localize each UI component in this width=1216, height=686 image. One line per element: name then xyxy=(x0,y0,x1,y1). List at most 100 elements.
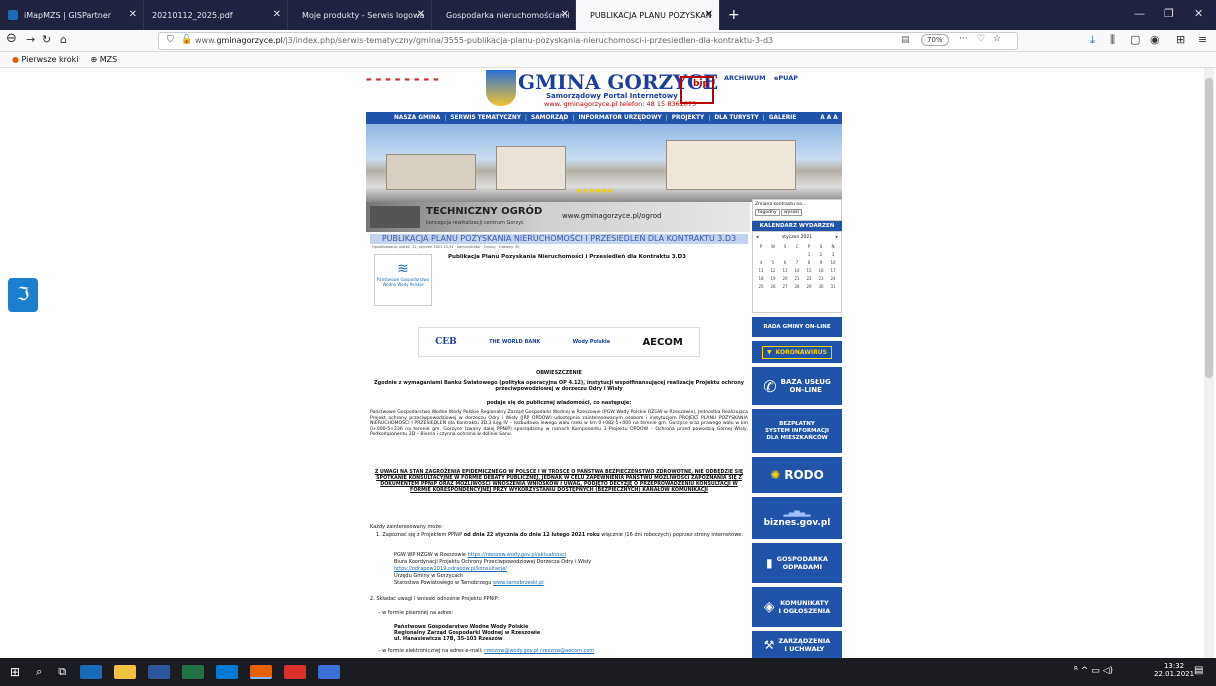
page-actions-icon[interactable]: ··· xyxy=(959,34,968,44)
calendar-day[interactable]: 16 xyxy=(816,268,826,273)
pocket-icon[interactable]: ♡ xyxy=(977,34,985,44)
calendar-day[interactable] xyxy=(756,252,766,257)
contrast-high-button[interactable]: wysoki xyxy=(780,209,803,216)
calendar-day[interactable]: 20 xyxy=(780,276,790,281)
new-tab-button[interactable]: + xyxy=(728,7,740,23)
browser-tab[interactable]: iMapMZS | GISPartner ✕ xyxy=(0,0,144,30)
file-explorer-icon[interactable] xyxy=(114,665,137,679)
sidebar-icon[interactable]: ▢ xyxy=(1130,33,1140,46)
calendar-day[interactable]: 28 xyxy=(792,284,802,289)
task-view-icon[interactable]: ⧉ xyxy=(58,665,66,679)
calendar-day[interactable]: 17 xyxy=(828,268,838,273)
calendar-day[interactable]: 25 xyxy=(756,284,766,289)
scrollbar-thumb[interactable] xyxy=(1205,78,1213,378)
excel-icon[interactable] xyxy=(182,665,205,679)
menu-item[interactable]: DLA TURYSTY xyxy=(714,115,758,121)
accessibility-hearing-icon[interactable]: ℑ xyxy=(8,278,38,312)
link[interactable]: https://rzeszow.wody.gov.pl/aktualnosci xyxy=(468,552,567,558)
system-tray-icons[interactable]: ᴿ ^ ▭ ◁) xyxy=(1074,666,1113,676)
shield-icon[interactable]: ⛉ xyxy=(167,35,174,45)
prev-month-icon[interactable]: ◂ xyxy=(756,235,758,240)
koronawirus-button[interactable]: ▼ KORONAWIRUS xyxy=(752,341,842,363)
reader-view-icon[interactable]: ▤ xyxy=(901,35,910,45)
rodo-button[interactable]: ✺ RODO xyxy=(752,457,842,493)
maximize-icon[interactable]: ❐ xyxy=(1164,7,1174,20)
edge-icon[interactable] xyxy=(80,665,103,679)
calendar-day[interactable]: 13 xyxy=(780,268,790,273)
calendar-day[interactable]: 29 xyxy=(804,284,814,289)
minimize-icon[interactable]: — xyxy=(1134,7,1145,20)
back-icon[interactable]: ⊖ xyxy=(6,31,17,46)
firefox-taskbar-icon[interactable] xyxy=(250,665,273,679)
email-link[interactable]: rzeszow@aecom.com xyxy=(538,648,594,654)
library-icon[interactable]: ⫼ xyxy=(1110,33,1115,47)
browser-tab[interactable]: Moje produkty - Serwis logowa ✕ xyxy=(288,0,432,30)
window-close-icon[interactable]: ✕ xyxy=(1194,7,1203,20)
calendar-day[interactable]: 24 xyxy=(828,276,838,281)
page-scrollbar[interactable] xyxy=(1204,68,1214,658)
menu-item[interactable]: GALERIE xyxy=(769,115,796,121)
close-icon[interactable]: ✕ xyxy=(417,9,425,20)
account-icon[interactable]: ◉ xyxy=(1150,33,1160,46)
download-icon[interactable]: ⤓ xyxy=(1090,33,1095,47)
calendar-day[interactable]: 23 xyxy=(816,276,826,281)
tech-garden-banner[interactable]: TECHNICZNY OGRÓD koncepcja rewitalizacji… xyxy=(366,202,750,232)
contrast-select[interactable]: Zmiana kontrastu na... xyxy=(755,202,839,207)
contrast-mild-button[interactable]: tagodny xyxy=(755,209,780,216)
clock[interactable]: 13:32 22.01.2021 xyxy=(1154,662,1194,678)
browser-tab[interactable]: 20210112_2025.pdf ✕ xyxy=(144,0,288,30)
calendar-day[interactable]: 30 xyxy=(816,284,826,289)
calendar-day[interactable]: 5 xyxy=(768,260,778,265)
calendar-day[interactable]: 9 xyxy=(816,260,826,265)
calendar-day[interactable]: 7 xyxy=(792,260,802,265)
home-icon[interactable]: ⌂ xyxy=(60,33,67,46)
insecure-lock-icon[interactable]: 🔓 xyxy=(181,35,192,45)
coat-of-arms-icon[interactable] xyxy=(486,70,516,106)
gospodarka-odpadami-button[interactable]: ▮ GOSPODARKA ODPADAMI xyxy=(752,543,842,583)
browser-tab-active[interactable]: PUBLIKACJA PLANU POZYSKAN ✕ xyxy=(576,0,720,30)
calendar-day[interactable]: 18 xyxy=(756,276,766,281)
calendar-day[interactable]: 22 xyxy=(804,276,814,281)
close-icon[interactable]: ✕ xyxy=(705,9,713,20)
calendar-day[interactable]: 12 xyxy=(768,268,778,273)
search-icon[interactable]: ⌕ xyxy=(36,665,42,679)
slider-dots[interactable]: ●●●●●● xyxy=(576,188,614,194)
bookmark-item[interactable]: ● Pierwsze kroki xyxy=(12,55,78,64)
calendar-day[interactable] xyxy=(780,252,790,257)
calendar-day[interactable]: 11 xyxy=(756,268,766,273)
archiwum-link[interactable]: ARCHIWUM xyxy=(724,74,766,82)
calendar-day[interactable]: 2 xyxy=(816,252,826,257)
calendar-day[interactable]: 19 xyxy=(768,276,778,281)
calendar-day[interactable]: 3 xyxy=(828,252,838,257)
epuap-link[interactable]: ePUAP xyxy=(774,74,798,82)
rada-online-button[interactable]: RADA GMINY ON-LINE xyxy=(752,317,842,337)
calendar-day[interactable]: 26 xyxy=(768,284,778,289)
calendar-day[interactable]: 14 xyxy=(792,268,802,273)
komunikaty-button[interactable]: ◈ KOMUNIKATY I OGŁOSZENIA xyxy=(752,587,842,627)
link[interactable]: https://odrapow2019.odrapow.pl/konsultac… xyxy=(394,566,748,572)
calendar-day[interactable] xyxy=(792,252,802,257)
calendar-day[interactable]: 31 xyxy=(828,284,838,289)
outlook-icon[interactable] xyxy=(216,665,239,679)
calendar-day[interactable]: 8 xyxy=(804,260,814,265)
link[interactable]: www.tarnobrzeski.pl xyxy=(493,580,544,586)
acrobat-icon[interactable] xyxy=(284,665,307,679)
sms-info-button[interactable]: BEZPŁATNY SYSTEM INFORMACJI DLA MIESZKAŃCÓ… xyxy=(752,409,842,453)
menu-item[interactable]: INFORMATOR URZĘDOWY xyxy=(578,115,661,121)
zarzadzenia-button[interactable]: ⚒ ZARZĄDZENIA I UCHWAŁY xyxy=(752,631,842,658)
calendar-day[interactable]: 10 xyxy=(828,260,838,265)
close-icon[interactable]: ✕ xyxy=(129,9,137,20)
baza-uslug-button[interactable]: ✆ BAZA USŁUG ON-LINE xyxy=(752,367,842,405)
word-icon[interactable] xyxy=(148,665,171,679)
zoom-level[interactable]: 70% xyxy=(921,34,949,46)
menu-icon[interactable]: ≡ xyxy=(1198,33,1207,46)
bookmark-item[interactable]: ⊕ MZS xyxy=(90,55,117,64)
email-link[interactable]: rzeszow@wody.gov.pl xyxy=(484,648,538,654)
reload-icon[interactable]: ↻ xyxy=(42,33,51,46)
calendar-day[interactable]: 6 xyxy=(780,260,790,265)
windows-start-icon[interactable]: ⊞ xyxy=(10,665,20,679)
hp-icon[interactable] xyxy=(318,665,341,679)
calendar-day[interactable]: 21 xyxy=(792,276,802,281)
calendar-day[interactable]: 27 xyxy=(780,284,790,289)
calendar-day[interactable]: 15 xyxy=(804,268,814,273)
